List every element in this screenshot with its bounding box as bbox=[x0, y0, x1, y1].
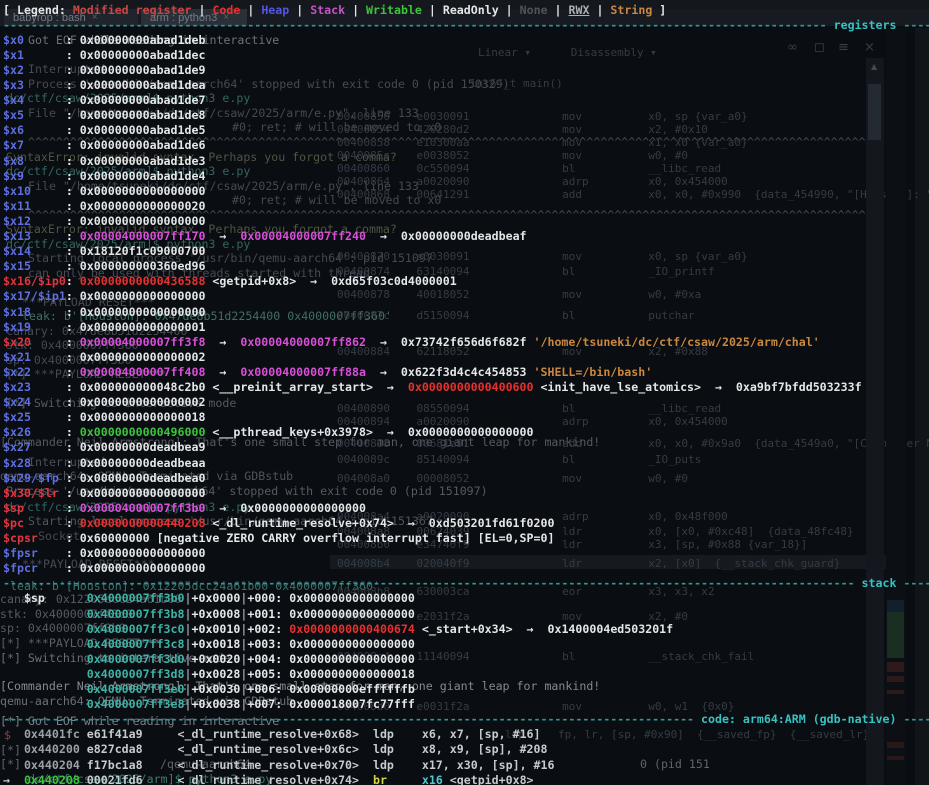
register-row-x4: $x4 : 0x00000000abad1de7 bbox=[3, 93, 205, 107]
register-row-pc: $pc : 0x0000000000440208 <_dl_runtime_re… bbox=[3, 516, 554, 530]
register-row-fpcr: $fpcr : 0x0000000000000000 bbox=[3, 561, 205, 575]
register-row-x3: $x3 : 0x00000000abad1dea bbox=[3, 78, 205, 92]
register-row-x13: $x13 : 0x00004000007ff170 → 0x0000400000… bbox=[3, 229, 527, 243]
register-row-x1: $x1 : 0x00000000abad1dec bbox=[3, 48, 205, 62]
stack-row-3: 0x4000007ff3c8|+0x0018|+003: 0x000000000… bbox=[3, 637, 415, 651]
minimap-speck bbox=[887, 676, 904, 682]
register-row-x16-ip0: $x16/$ip0: 0x0000000000436588 <getpid+0x… bbox=[3, 274, 457, 288]
register-row-x24: $x24 : 0x0000000000000002 bbox=[3, 395, 205, 409]
register-row-x14: $x14 : 0x18120f1c09000700 bbox=[3, 244, 205, 258]
register-row-x27: $x27 : 0x00000000deadbea9 bbox=[3, 440, 205, 454]
register-row-x9: $x9 : 0x00000000abad1de4 bbox=[3, 169, 205, 183]
minimap bbox=[886, 28, 906, 785]
stack-row-4: 0x4000007ff3d0|+0x0020|+004: 0x000000000… bbox=[3, 652, 415, 666]
scroll-up-icon[interactable]: ▲ bbox=[871, 62, 877, 71]
bleed-disassembly-text: 0040087c d5150094 bl putchar bbox=[337, 309, 695, 322]
bleed-disassembly-text: 00400854 420280d2 mov x2, #0x10 bbox=[337, 123, 708, 136]
register-row-x21: $x21 : 0x0000000000000002 bbox=[3, 350, 205, 364]
register-row-x23: $x23 : 0x000000000048c2b0 <__preinit_arr… bbox=[3, 380, 862, 394]
register-row-x29-fp: $x29/$fp : 0x00000000deadbea0 bbox=[3, 471, 205, 485]
bleed-disassembly-text: 00400860 0c550094 bl __libc_read bbox=[337, 162, 721, 175]
register-row-x15: $x15 : 0x000000000360ed96 bbox=[3, 259, 205, 273]
scrollbar[interactable]: ▲ bbox=[866, 58, 884, 785]
bleed-disassembly-text: 00400858 e10300aa mov x1, x0 {var_a0} bbox=[337, 136, 748, 149]
bleed-disassembly-text: ldp fp, lr, [sp, #0x90] {__saved_fp} {__… bbox=[505, 728, 869, 741]
stack-row-7: 0x4000007ff3e8|+0x0038|+007: 0x000018007… bbox=[3, 697, 415, 711]
bleed-disassembly-text: 004008a0 00008052 mov w0, #0 bbox=[337, 472, 688, 485]
stack-row-5: 0x4000007ff3d8|+0x0028|+005: 0x000000000… bbox=[3, 667, 415, 681]
register-row-x17-ip1: $x17/$ip1: 0x0000000000000000 bbox=[3, 289, 205, 303]
register-row-x7: $x7 : 0x00000000abad1de6 bbox=[3, 138, 205, 152]
register-row-x26: $x26 : 0x0000000000496000 <__pthread_key… bbox=[3, 425, 534, 439]
bleed-disassembly-text: int64_t main() bbox=[470, 77, 563, 90]
code-row-1: 0x440200 e827cda8 <_dl_runtime_resolve+0… bbox=[3, 742, 547, 756]
bn-right-panel bbox=[915, 28, 929, 785]
register-row-x12: $x12 : 0x0000000000000000 bbox=[3, 214, 205, 228]
link-icon[interactable]: ∞ bbox=[787, 40, 798, 55]
minimap-speck bbox=[887, 612, 904, 658]
separator-code: ----------------------------------------… bbox=[3, 712, 929, 726]
bleed-disassembly-text: Linear ▾ Disassembly ▾ bbox=[478, 46, 657, 59]
bleed-disassembly-text: 004008b4 020040f9 ldr x2, [x0] {__stack_… bbox=[337, 557, 840, 570]
stack-row-6: 0x4000007ff3e0|+0x0030|+006: 0x00000000e… bbox=[3, 682, 415, 696]
stack-row-0: $sp 0x4000007ff3b0|+0x0000|+000: 0x00000… bbox=[3, 591, 415, 605]
bleed-disassembly-text: 00400870 e0030091 mov x0, sp {var_a0} bbox=[337, 250, 748, 263]
register-row-x22: $x22 : 0x00004000007ff408 → 0x0000400000… bbox=[3, 365, 652, 379]
legend-line: [ Legend: Modified register | Code | Hea… bbox=[3, 3, 666, 17]
register-row-x11: $x11 : 0x0000000000000020 bbox=[3, 199, 205, 213]
register-row-x10: $x10 : 0x0000000000000000 bbox=[3, 184, 205, 198]
bleed-disassembly-text: 00400890 08550094 bl __libc_read bbox=[337, 402, 721, 415]
code-row-current: → 0x440208 00021fd6 <_dl_runtime_resolve… bbox=[3, 773, 534, 785]
scrollbar-thumb[interactable] bbox=[868, 84, 881, 140]
register-row-x20: $x20 : 0x00004000007ff3f8 → 0x0000400000… bbox=[3, 335, 820, 349]
bleed-disassembly-text: 00400878 40018052 mov w0, #0xa bbox=[337, 288, 701, 301]
register-row-x30-lr: $x30/$lr : 0x0000000000000000 bbox=[3, 486, 205, 500]
minimap-speck bbox=[887, 756, 904, 760]
bleed-disassembly-text: 00400850 e0030091 mov x0, sp {var_a0} bbox=[337, 110, 748, 123]
register-row-x25: $x25 : 0x0000000000000018 bbox=[3, 410, 205, 424]
minimap-speck bbox=[887, 690, 904, 694]
menu-icon[interactable]: ≡ bbox=[838, 40, 849, 55]
gef-debugger-screen: babyrop : bash×arm : python3× Got EOF wh… bbox=[0, 0, 929, 785]
stack-row-2: 0x4000007ff3c0|+0x0010|+002: 0x000000000… bbox=[3, 622, 673, 636]
separator-stack: ----------------------------------------… bbox=[3, 576, 929, 590]
bleed-disassembly-text: 00400868 00641291 add x0, x0, #0x990 {da… bbox=[337, 188, 929, 201]
register-row-x0: $x0 : 0x00000000abad1deb bbox=[3, 33, 205, 47]
register-row-x19: $x19 : 0x0000000000000001 bbox=[3, 320, 205, 334]
minimap-speck bbox=[887, 662, 904, 672]
register-row-sp: $sp : 0x00004000007ff3b0 → 0x00000000000… bbox=[3, 501, 366, 515]
minimap-speck bbox=[887, 742, 904, 748]
bleed-disassembly-text: 0040089c 85140094 bl _IO_puts bbox=[337, 453, 701, 466]
register-row-cpsr: $cpsr : 0x60000000 [negative ZERO CARRY … bbox=[3, 531, 554, 545]
bleed-disassembly-text: 0040085c e0038052 mov w0, #0 bbox=[337, 149, 688, 162]
register-row-x8: $x8 : 0x00000000abad1de3 bbox=[3, 154, 205, 168]
stack-row-1: 0x4000007ff3b8|+0x0008|+001: 0x000000000… bbox=[3, 607, 415, 621]
bleed-terminal-text: 0 (pid 151 bbox=[640, 757, 710, 771]
code-row-0: 0x4401fc e61f41a9 <_dl_runtime_resolve+0… bbox=[3, 727, 541, 741]
split-pane-icon[interactable]: ◻ bbox=[814, 40, 825, 55]
register-row-x2: $x2 : 0x00000000abad1de9 bbox=[3, 63, 205, 77]
register-row-fpsr: $fpsr : 0x0000000000000000 bbox=[3, 546, 205, 560]
minimap-speck bbox=[887, 600, 904, 612]
register-row-x18: $x18 : 0x0000000000000000 bbox=[3, 305, 205, 319]
separator-registers: ----------------------------------------… bbox=[3, 18, 929, 32]
register-row-x6: $x6 : 0x00000000abad1de5 bbox=[3, 123, 205, 137]
bleed-disassembly-text: 00400864 a0020090 adrp x0, 0x454000 bbox=[337, 175, 728, 188]
register-row-x28: $x28 : 0x00000000deadbeaa bbox=[3, 456, 205, 470]
close-icon[interactable]: × bbox=[864, 40, 875, 55]
register-row-x5: $x5 : 0x00000000abad1de8 bbox=[3, 108, 205, 122]
code-row-2: 0x440204 f17bc1a8 <_dl_runtime_resolve+0… bbox=[3, 758, 554, 772]
